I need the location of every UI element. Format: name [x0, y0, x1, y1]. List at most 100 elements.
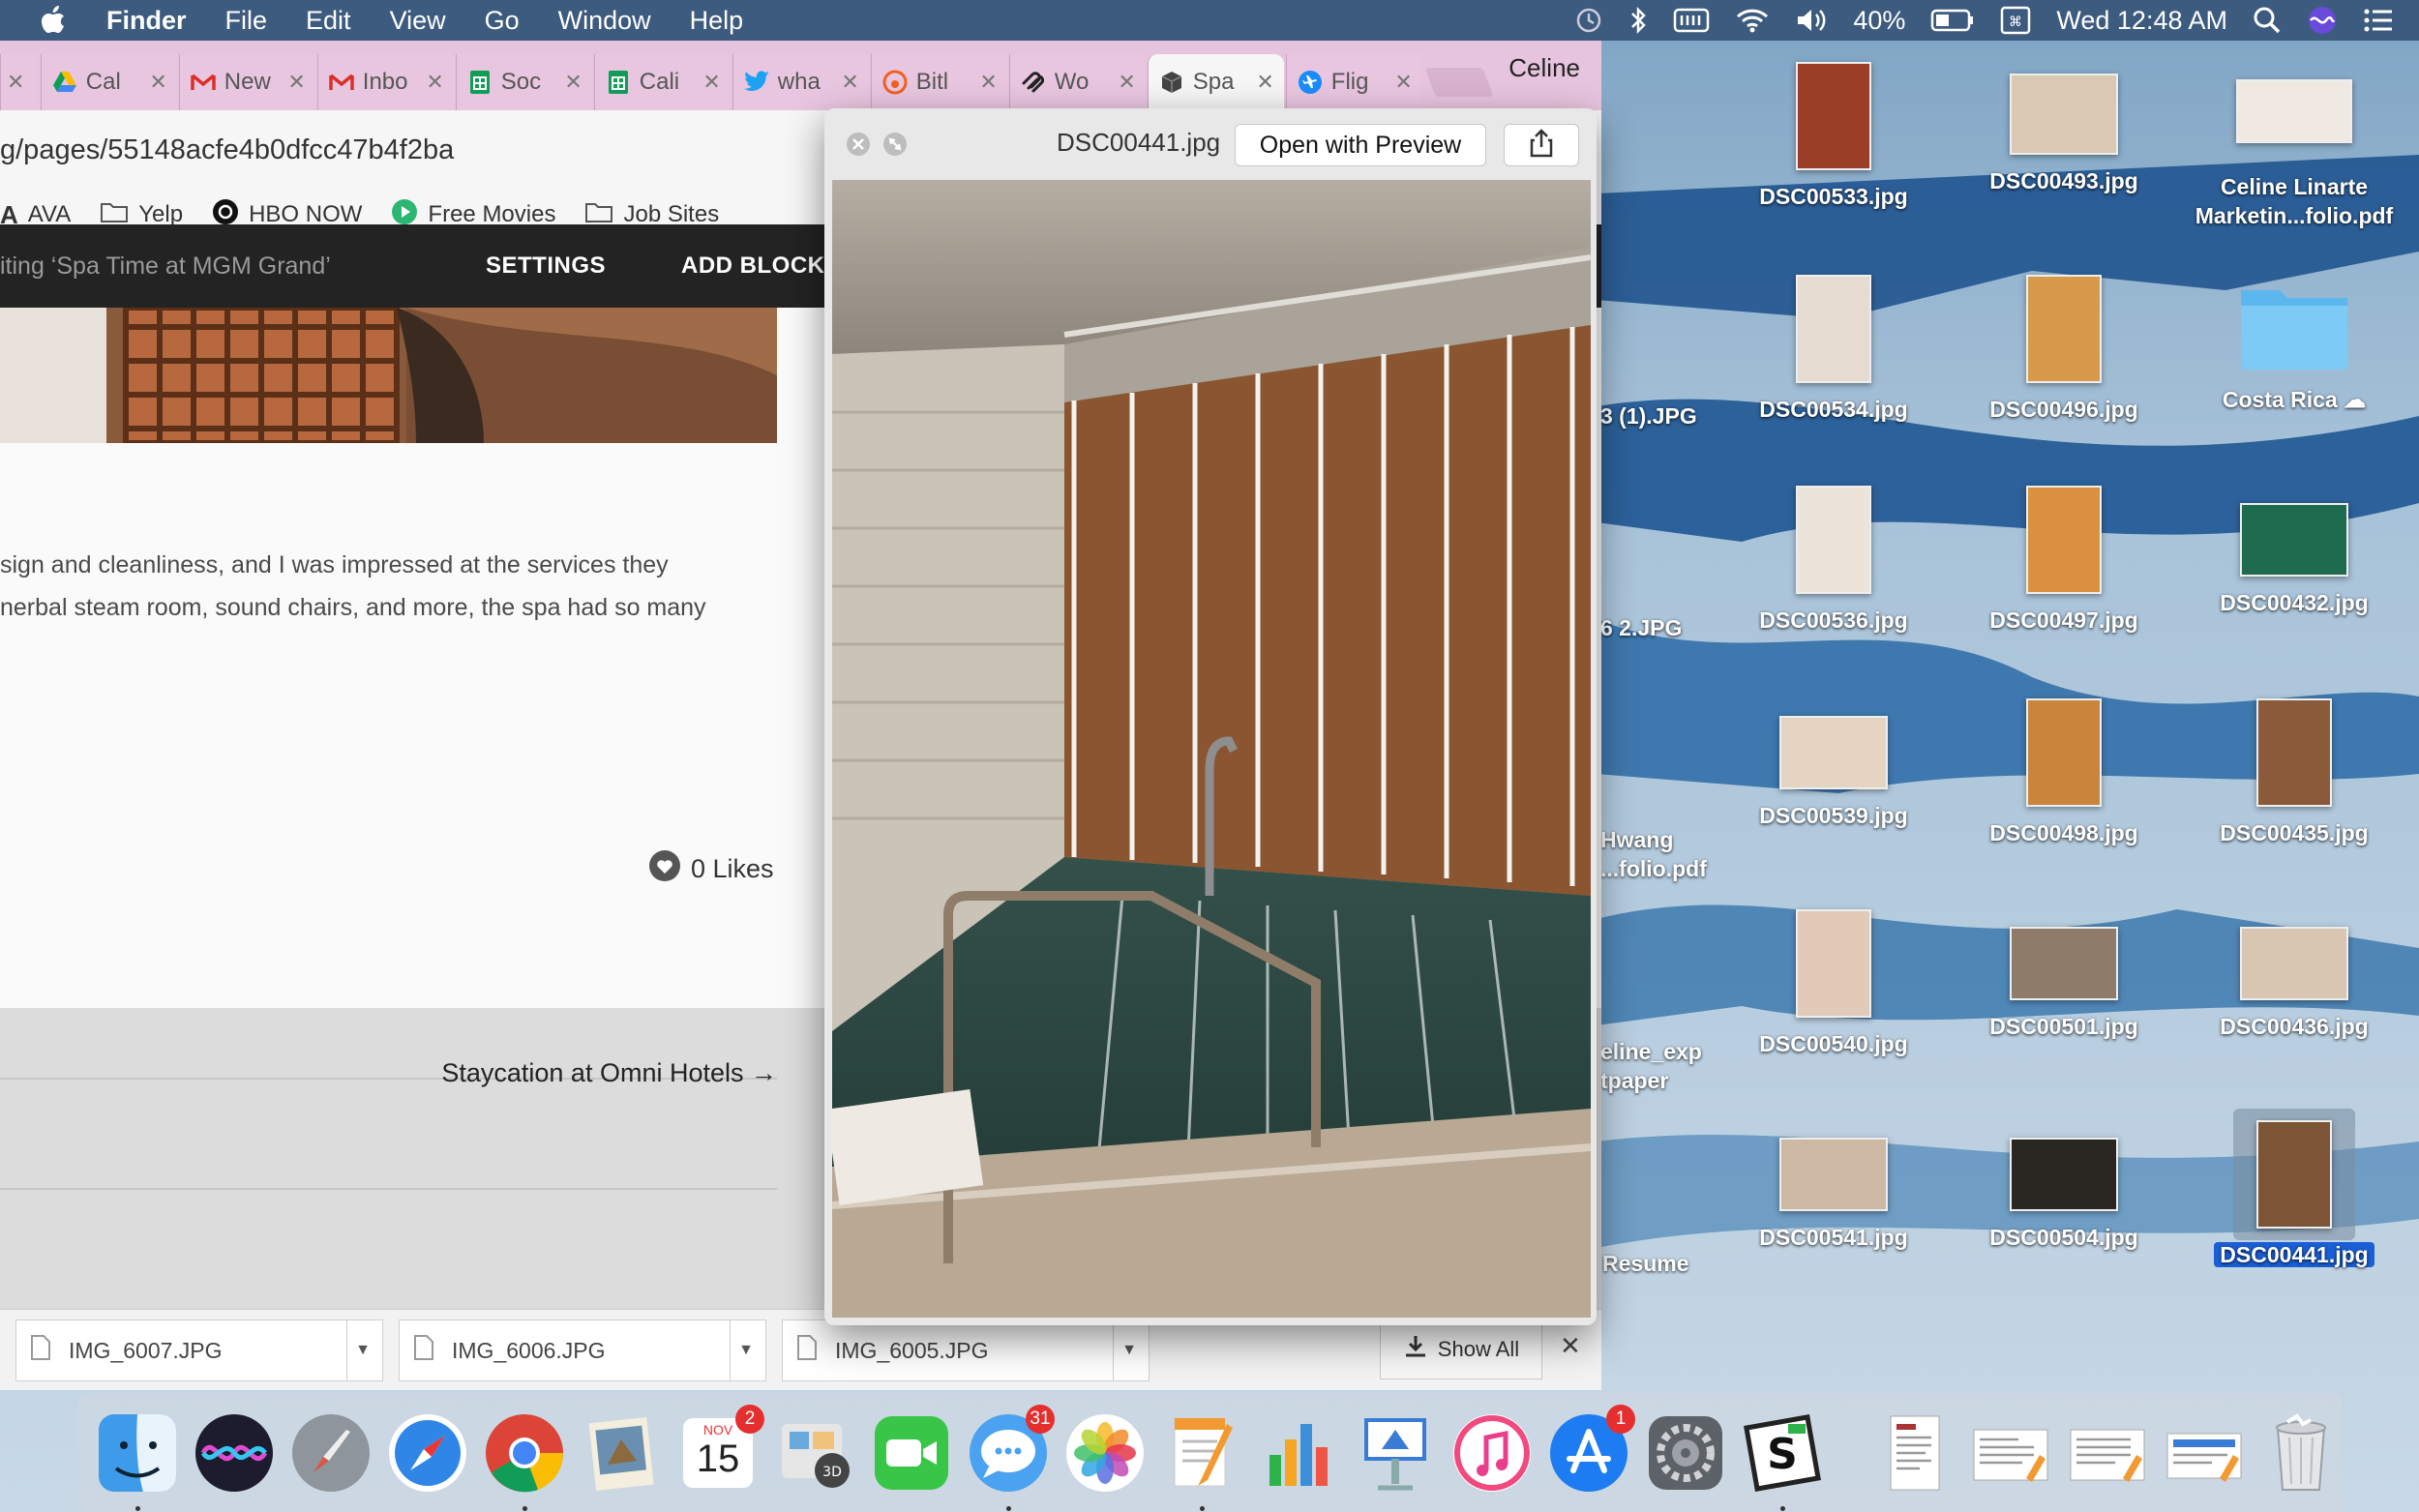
share-button[interactable] [1504, 124, 1579, 166]
messages-icon[interactable]: 31 [966, 1404, 1055, 1511]
desktop-file-icon[interactable]: DSC00497.jpg [1953, 486, 2175, 635]
pages-icon[interactable] [1159, 1410, 1244, 1511]
tab-close-icon[interactable]: ✕ [1394, 70, 1412, 95]
menu-go[interactable]: Go [465, 6, 539, 36]
close-downloads-icon[interactable]: ✕ [1560, 1331, 1581, 1361]
trash-icon[interactable] [2258, 1410, 2344, 1496]
menu-file[interactable]: File [206, 6, 287, 36]
desktop-file-icon[interactable]: DSC00501.jpg [1953, 927, 2175, 1041]
battery-icon[interactable] [1930, 9, 1975, 32]
desktop-partial-label[interactable]: tpaper [1600, 1066, 1668, 1095]
desktop-partial-label[interactable]: 3 (1).JPG [1600, 401, 1697, 430]
add-block-button[interactable]: ADD BLOCK [681, 252, 825, 280]
desktop-file-icon[interactable]: DSC00539.jpg [1722, 716, 1945, 830]
desktop-partial-label[interactable]: Hwang [1600, 825, 1673, 854]
numbers-icon[interactable] [1256, 1410, 1341, 1496]
tab-close-icon[interactable]: ✕ [702, 70, 720, 95]
clock[interactable]: Wed 12:48 AM [2056, 6, 2227, 36]
fullscreen-icon[interactable] [882, 132, 908, 162]
desktop-file-icon[interactable]: DSC00540.jpg [1722, 909, 1945, 1058]
document-thumbnail-icon[interactable] [1871, 1410, 1956, 1496]
siri-icon[interactable] [2307, 5, 2338, 36]
document-thumbnail-icon[interactable] [1968, 1410, 2053, 1496]
desktop-file-icon[interactable]: DSC00493.jpg [1953, 74, 2175, 195]
menu-view[interactable]: View [371, 6, 465, 36]
download-item[interactable]: IMG_6005.JPG ▼ [782, 1319, 1150, 1381]
url-text[interactable]: g/pages/55148acfe4b0dfcc47b4f2ba [0, 134, 454, 166]
tab-partial[interactable]: ✕ [0, 54, 39, 110]
bluetooth-icon[interactable] [1628, 6, 1648, 35]
menu-help[interactable]: Help [671, 6, 763, 36]
desktop-file-icon[interactable]: DSC00498.jpg [1953, 698, 2175, 847]
download-item[interactable]: IMG_6007.JPG ▼ [15, 1319, 383, 1381]
launchpad-icon[interactable] [288, 1410, 373, 1496]
profile-button[interactable]: Celine [1487, 53, 1601, 99]
tab-close-icon[interactable]: ✕ [841, 70, 858, 95]
tab-close-icon[interactable]: ✕ [1118, 70, 1135, 95]
photo-booth-icon[interactable]: 3D [772, 1410, 857, 1496]
app-name-menu[interactable]: Finder [106, 6, 206, 36]
facetime-icon[interactable] [869, 1410, 954, 1496]
finder-icon[interactable] [95, 1410, 180, 1511]
close-icon[interactable] [846, 132, 871, 162]
tab-close-icon[interactable]: ✕ [979, 70, 997, 95]
desktop-file-icon-selected[interactable]: DSC00441.jpg [2183, 1109, 2405, 1269]
calendar-icon[interactable]: NOV 15 2 [675, 1404, 764, 1496]
system-preferences-icon[interactable] [1643, 1410, 1728, 1496]
document-thumbnail-icon[interactable] [2162, 1410, 2247, 1496]
tab-flights[interactable]: Flig ✕ [1285, 54, 1422, 110]
tab-close-icon[interactable]: ✕ [564, 70, 582, 95]
desktop-partial-label[interactable]: Resume [1602, 1249, 1688, 1278]
chevron-down-icon[interactable]: ▼ [738, 1342, 754, 1359]
tab-gmail-new[interactable]: New ✕ [178, 54, 315, 110]
spotlight-search-icon[interactable] [2253, 6, 2282, 35]
likes-button[interactable]: 0 Likes [648, 849, 774, 889]
open-with-preview-button[interactable]: Open with Preview [1235, 124, 1486, 166]
safari-icon[interactable] [385, 1410, 470, 1496]
preview-icon[interactable] [579, 1410, 664, 1496]
desktop-file-icon[interactable]: DSC00504.jpg [1953, 1138, 2175, 1252]
next-post-link[interactable]: Staycation at Omni Hotels → [441, 1058, 777, 1088]
chrome-icon[interactable] [482, 1410, 567, 1511]
chevron-down-icon[interactable]: ▼ [355, 1342, 371, 1359]
itunes-icon[interactable] [1449, 1410, 1535, 1496]
desktop-folder-icon[interactable]: Costa Rica ☁ [2183, 281, 2405, 414]
tab-gmail-inbox[interactable]: Inbo ✕ [316, 54, 454, 110]
volume-icon[interactable] [1795, 7, 1828, 34]
desktop-file-icon[interactable]: DSC00435.jpg [2183, 698, 2405, 847]
desktop-file-icon[interactable]: DSC00533.jpg [1722, 62, 1945, 211]
keynote-icon[interactable] [1353, 1410, 1438, 1496]
desktop-partial-label[interactable]: eline_exp [1600, 1037, 1702, 1066]
tab-google-drive[interactable]: Cal ✕ [40, 54, 177, 110]
tab-squarespace[interactable]: Wo ✕ [1008, 54, 1146, 110]
apple-menu-icon[interactable] [0, 6, 106, 35]
notification-center-icon[interactable] [2363, 8, 2394, 33]
document-thumbnail-icon[interactable] [2065, 1410, 2150, 1496]
menu-edit[interactable]: Edit [286, 6, 371, 36]
tab-close-icon[interactable]: ✕ [287, 70, 305, 95]
keyboard-icon[interactable] [1673, 7, 1710, 34]
desktop-partial-label[interactable]: ...folio.pdf [1600, 854, 1707, 883]
settings-button[interactable]: SETTINGS [486, 252, 606, 280]
tab-sheets-cal[interactable]: Cali ✕ [593, 54, 731, 110]
tab-twitter[interactable]: wha ✕ [732, 54, 869, 110]
wifi-icon[interactable] [1735, 7, 1770, 34]
show-all-button[interactable]: Show All [1380, 1319, 1542, 1379]
desktop-file-icon[interactable]: DSC00536.jpg [1722, 486, 1945, 635]
desktop-partial-label[interactable]: 6 2.JPG [1600, 613, 1682, 642]
desktop-file-icon[interactable]: DSC00432.jpg [2183, 503, 2405, 617]
sketch-s-icon[interactable]: S [1740, 1410, 1825, 1511]
battery-percent[interactable]: 40% [1853, 6, 1905, 36]
tab-sheets-soc[interactable]: Soc ✕ [455, 54, 592, 110]
app-store-icon[interactable]: 1 [1546, 1404, 1635, 1496]
tab-bitly[interactable]: Bitl ✕ [870, 54, 1007, 110]
menu-window[interactable]: Window [539, 6, 671, 36]
time-machine-icon[interactable] [1574, 6, 1603, 35]
chevron-down-icon[interactable]: ▼ [1121, 1342, 1137, 1359]
desktop-file-icon[interactable]: DSC00534.jpg [1722, 275, 1945, 424]
desktop-file-icon[interactable]: DSC00436.jpg [2183, 927, 2405, 1041]
tab-spa-active[interactable]: Spa ✕ [1147, 54, 1284, 110]
tab-close-icon[interactable]: ✕ [1256, 70, 1273, 95]
tab-close-icon[interactable]: ✕ [149, 70, 166, 95]
photos-icon[interactable] [1062, 1410, 1148, 1496]
